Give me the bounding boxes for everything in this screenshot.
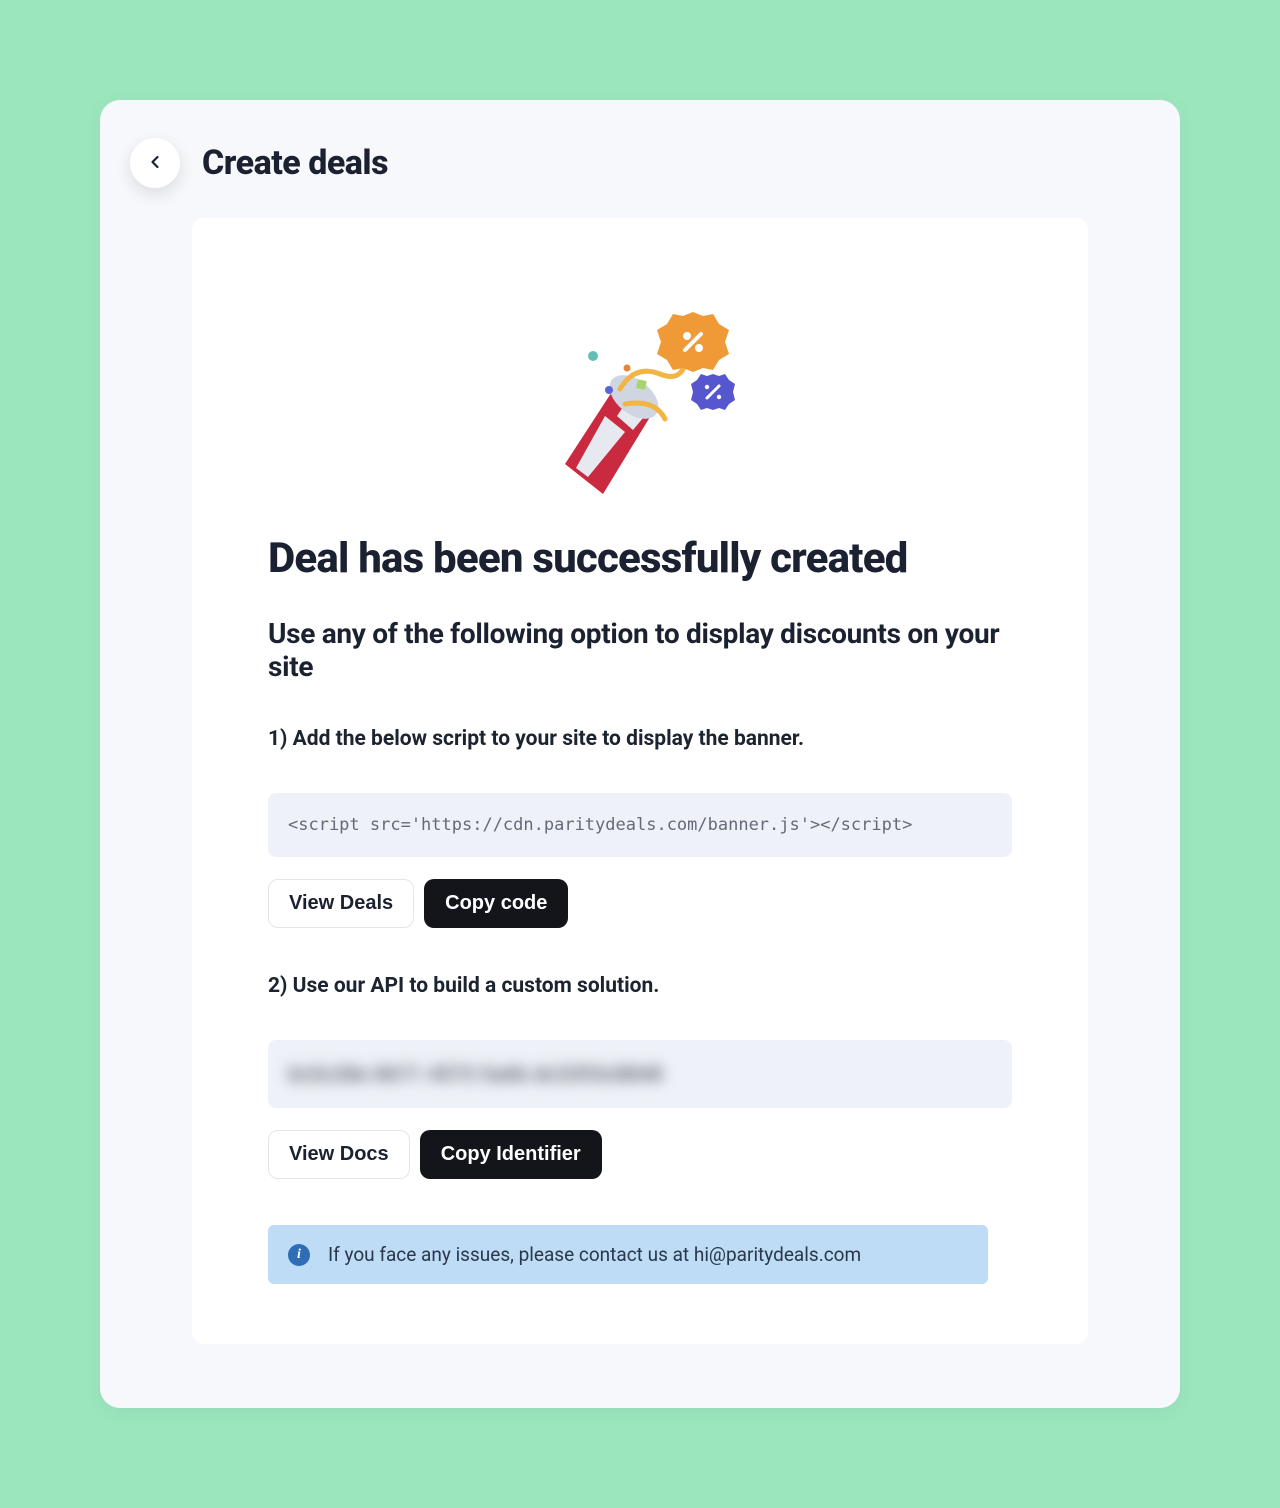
content-card: Deal has been successfully created Use a… [192, 218, 1088, 1344]
script-code-text: <script src='https://cdn.paritydeals.com… [288, 815, 912, 835]
step1-label: 1) Add the below script to your site to … [268, 727, 1012, 751]
copy-code-button[interactable]: Copy code [424, 879, 568, 928]
app-window: Create deals [100, 100, 1180, 1408]
identifier-block[interactable]: 6c5c28e 8671 4573 5a6b dc3393c8848 [268, 1040, 1012, 1108]
script-code-block[interactable]: <script src='https://cdn.paritydeals.com… [268, 793, 1012, 857]
success-subtitle: Use any of the following option to displ… [268, 617, 1012, 683]
step2-label: 2) Use our API to build a custom solutio… [268, 974, 1012, 998]
info-text: If you face any issues, please contact u… [328, 1243, 861, 1266]
success-title: Deal has been successfully created [268, 534, 1012, 583]
info-icon: i [288, 1244, 310, 1266]
chevron-left-icon [145, 152, 165, 175]
page-header: Create deals [100, 100, 1180, 218]
view-docs-button[interactable]: View Docs [268, 1130, 410, 1179]
copy-identifier-button[interactable]: Copy Identifier [420, 1130, 602, 1179]
identifier-placeholder: 6c5c28e 8671 4573 5a6b dc3393c8848 [288, 1062, 663, 1086]
back-button[interactable] [130, 138, 180, 188]
info-banner: i If you face any issues, please contact… [268, 1225, 988, 1284]
success-illustration [268, 294, 1012, 494]
view-deals-button[interactable]: View Deals [268, 879, 414, 928]
page-title: Create deals [202, 143, 388, 183]
